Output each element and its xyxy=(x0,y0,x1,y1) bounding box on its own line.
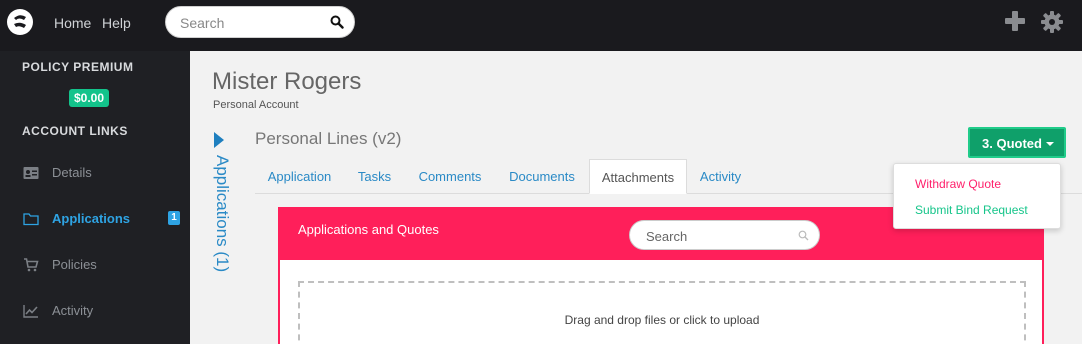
submit-bind-request-menu-item[interactable]: Submit Bind Request xyxy=(915,203,1028,217)
status-dropdown-button[interactable]: 3. Quoted xyxy=(968,127,1066,158)
cart-icon xyxy=(24,258,39,272)
search-icon[interactable] xyxy=(330,15,344,29)
sidebar-item-label: Activity xyxy=(52,303,94,318)
applications-vertical-tab[interactable]: Applications (1) xyxy=(212,155,232,272)
line-chart-icon xyxy=(23,305,38,318)
status-button-label: 3. Quoted xyxy=(982,136,1042,151)
tab-tasks[interactable]: Tasks xyxy=(344,159,405,194)
status-dropdown-menu: Withdraw Quote Submit Bind Request xyxy=(893,163,1061,229)
tab-documents[interactable]: Documents xyxy=(495,159,589,194)
tab-activity[interactable]: Activity xyxy=(687,159,754,194)
tab-application[interactable]: Application xyxy=(255,159,344,194)
account-name: Mister Rogers xyxy=(212,68,362,95)
sidebar: POLICY PREMIUM $0.00 ACCOUNT LINKS Detai… xyxy=(0,51,190,344)
tab-attachments[interactable]: Attachments xyxy=(589,159,687,194)
sidebar-item-label: Details xyxy=(52,165,92,180)
applications-count-badge: 1 xyxy=(168,211,180,225)
sidebar-item-applications[interactable]: Applications 1 xyxy=(0,204,190,234)
folder-icon xyxy=(23,213,39,226)
sidebar-item-label: Applications xyxy=(52,211,131,226)
file-dropzone[interactable]: Drag and drop files or click to upload xyxy=(298,281,1026,344)
expand-arrow-icon[interactable] xyxy=(214,132,224,148)
sidebar-item-label: Policies xyxy=(52,257,97,272)
top-bar: Home Help xyxy=(0,0,1082,51)
panel-search[interactable] xyxy=(629,220,820,250)
sidebar-item-details[interactable]: Details xyxy=(0,158,190,188)
global-search[interactable] xyxy=(165,6,355,38)
section-title: Personal Lines (v2) xyxy=(255,129,402,148)
caret-down-icon xyxy=(1046,142,1054,146)
gear-icon[interactable] xyxy=(1040,10,1064,34)
nav-help-link[interactable]: Help xyxy=(102,15,131,31)
sidebar-item-activity[interactable]: Activity xyxy=(0,296,190,326)
search-icon[interactable] xyxy=(798,230,809,241)
dropzone-text: Drag and drop files or click to upload xyxy=(564,313,760,327)
global-search-input[interactable] xyxy=(180,13,330,33)
premium-value-badge: $0.00 xyxy=(69,89,110,107)
panel-title: Applications and Quotes xyxy=(298,222,439,237)
policy-premium-heading: POLICY PREMIUM xyxy=(22,60,134,74)
panel-search-input[interactable] xyxy=(646,227,786,245)
account-type: Personal Account xyxy=(213,99,299,111)
account-links-heading: ACCOUNT LINKS xyxy=(22,124,128,138)
sidebar-item-policies[interactable]: Policies xyxy=(0,250,190,280)
add-icon[interactable] xyxy=(1004,10,1026,32)
id-card-icon xyxy=(23,167,39,179)
app-logo-icon[interactable] xyxy=(6,8,34,36)
tab-comments[interactable]: Comments xyxy=(405,159,495,194)
nav-home-link[interactable]: Home xyxy=(54,15,91,31)
withdraw-quote-menu-item[interactable]: Withdraw Quote xyxy=(915,177,1001,191)
